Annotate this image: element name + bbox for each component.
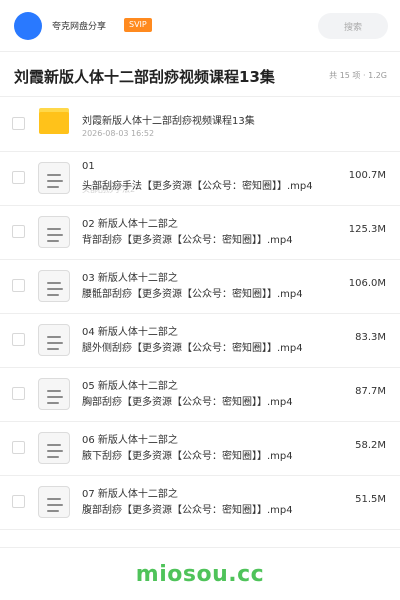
app-header: 夸克网盘分享 SVIP 搜索 bbox=[0, 0, 400, 52]
list-item[interactable]: 03 新版人体十二部之 腰骶部刮痧【更多资源【公众号：密知圈】】.mp4 106… bbox=[0, 260, 400, 314]
search-placeholder: 搜索 bbox=[343, 22, 362, 33]
select-checkbox[interactable] bbox=[12, 171, 25, 184]
select-checkbox[interactable] bbox=[12, 333, 25, 346]
select-checkbox[interactable] bbox=[12, 495, 25, 508]
select-checkbox[interactable] bbox=[12, 117, 25, 130]
folder-icon bbox=[39, 108, 69, 134]
document-icon bbox=[38, 162, 70, 194]
brand-name: 夸克网盘分享 bbox=[52, 22, 107, 32]
list-item-folder[interactable]: 刘霞新版人体十二部刮痧视频课程13集 2026-08-03 16:52 bbox=[0, 98, 400, 152]
list-item[interactable]: 07 新版人体十二部之 腹部刮痧【更多资源【公众号：密知圈】】.mp4 51.5… bbox=[0, 476, 400, 530]
share-title-bar: 刘霞新版人体十二部刮痧视频课程13集 共 15 项 · 1.2G bbox=[0, 53, 400, 97]
list-item[interactable]: 06 新版人体十二部之 腋下刮痧【更多资源【公众号：密知圈】】.mp4 58.2… bbox=[0, 422, 400, 476]
document-icon bbox=[38, 432, 70, 464]
select-checkbox[interactable] bbox=[12, 441, 25, 454]
file-name-line1: 07 新版人体十二部之 bbox=[82, 489, 178, 500]
avatar[interactable] bbox=[14, 12, 42, 40]
file-size: 125.3M bbox=[348, 224, 386, 235]
file-size: 106.0M bbox=[348, 278, 386, 289]
document-icon bbox=[38, 486, 70, 518]
file-name-line2: 腰骶部刮痧【更多资源【公众号：密知圈】】.mp4 bbox=[82, 289, 303, 300]
document-icon bbox=[38, 216, 70, 248]
folder-date: 2026-08-03 16:52 bbox=[82, 129, 155, 138]
file-size: 51.5M bbox=[355, 494, 386, 505]
file-name-line1: 03 新版人体十二部之 bbox=[82, 273, 178, 284]
document-icon bbox=[38, 324, 70, 356]
select-checkbox[interactable] bbox=[12, 225, 25, 238]
file-name-line2: 腋下刮痧【更多资源【公众号：密知圈】】.mp4 bbox=[82, 451, 293, 462]
file-name-line1: 01 bbox=[82, 161, 95, 172]
select-checkbox[interactable] bbox=[12, 387, 25, 400]
file-name-line1: 06 新版人体十二部之 bbox=[82, 435, 178, 446]
list-item[interactable]: 04 新版人体十二部之 腿外侧刮痧【更多资源【公众号：密知圈】】.mp4 83.… bbox=[0, 314, 400, 368]
select-checkbox[interactable] bbox=[12, 279, 25, 292]
file-size: 58.2M bbox=[355, 440, 386, 451]
file-name-line2: 腿外侧刮痧【更多资源【公众号：密知圈】】.mp4 bbox=[82, 343, 303, 354]
file-size: 83.3M bbox=[355, 332, 386, 343]
file-name-line1: 04 新版人体十二部之 bbox=[82, 327, 178, 338]
list-item[interactable]: 05 新版人体十二部之 胸部刮痧【更多资源【公众号：密知圈】】.mp4 87.7… bbox=[0, 368, 400, 422]
svip-badge[interactable]: SVIP bbox=[124, 18, 152, 32]
document-icon bbox=[38, 378, 70, 410]
file-name-line1: 05 新版人体十二部之 bbox=[82, 381, 178, 392]
file-name-line2: 背部刮痧【更多资源【公众号：密知圈】】.mp4 bbox=[82, 235, 293, 246]
share-meta: 共 15 项 · 1.2G bbox=[329, 71, 387, 80]
page-title: 刘霞新版人体十二部刮痧视频课程13集 bbox=[14, 68, 275, 86]
list-item[interactable]: 02 新版人体十二部之 背部刮痧【更多资源【公众号：密知圈】】.mp4 125.… bbox=[0, 206, 400, 260]
site-watermark: miosou.cc bbox=[135, 562, 265, 587]
list-item[interactable]: 头部刮痧手法2 01 头部刮痧手法【更多资源【公众号：密知圈】】.mp4 100… bbox=[0, 152, 400, 206]
file-size: 87.7M bbox=[355, 386, 386, 397]
search-input[interactable]: 搜索 bbox=[318, 13, 388, 39]
file-list: 刘霞新版人体十二部刮痧视频课程13集 2026-08-03 16:52 头部刮痧… bbox=[0, 98, 400, 530]
file-name-line1: 02 新版人体十二部之 bbox=[82, 219, 178, 230]
file-name-line2: 胸部刮痧【更多资源【公众号：密知圈】】.mp4 bbox=[82, 397, 293, 408]
footer-divider bbox=[0, 547, 400, 548]
folder-name: 刘霞新版人体十二部刮痧视频课程13集 bbox=[82, 116, 255, 127]
file-name-line2: 腹部刮痧【更多资源【公众号：密知圈】】.mp4 bbox=[82, 505, 293, 516]
file-size: 100.7M bbox=[348, 170, 386, 181]
document-icon bbox=[38, 270, 70, 302]
file-name-line2: 头部刮痧手法【更多资源【公众号：密知圈】】.mp4 bbox=[82, 181, 313, 192]
